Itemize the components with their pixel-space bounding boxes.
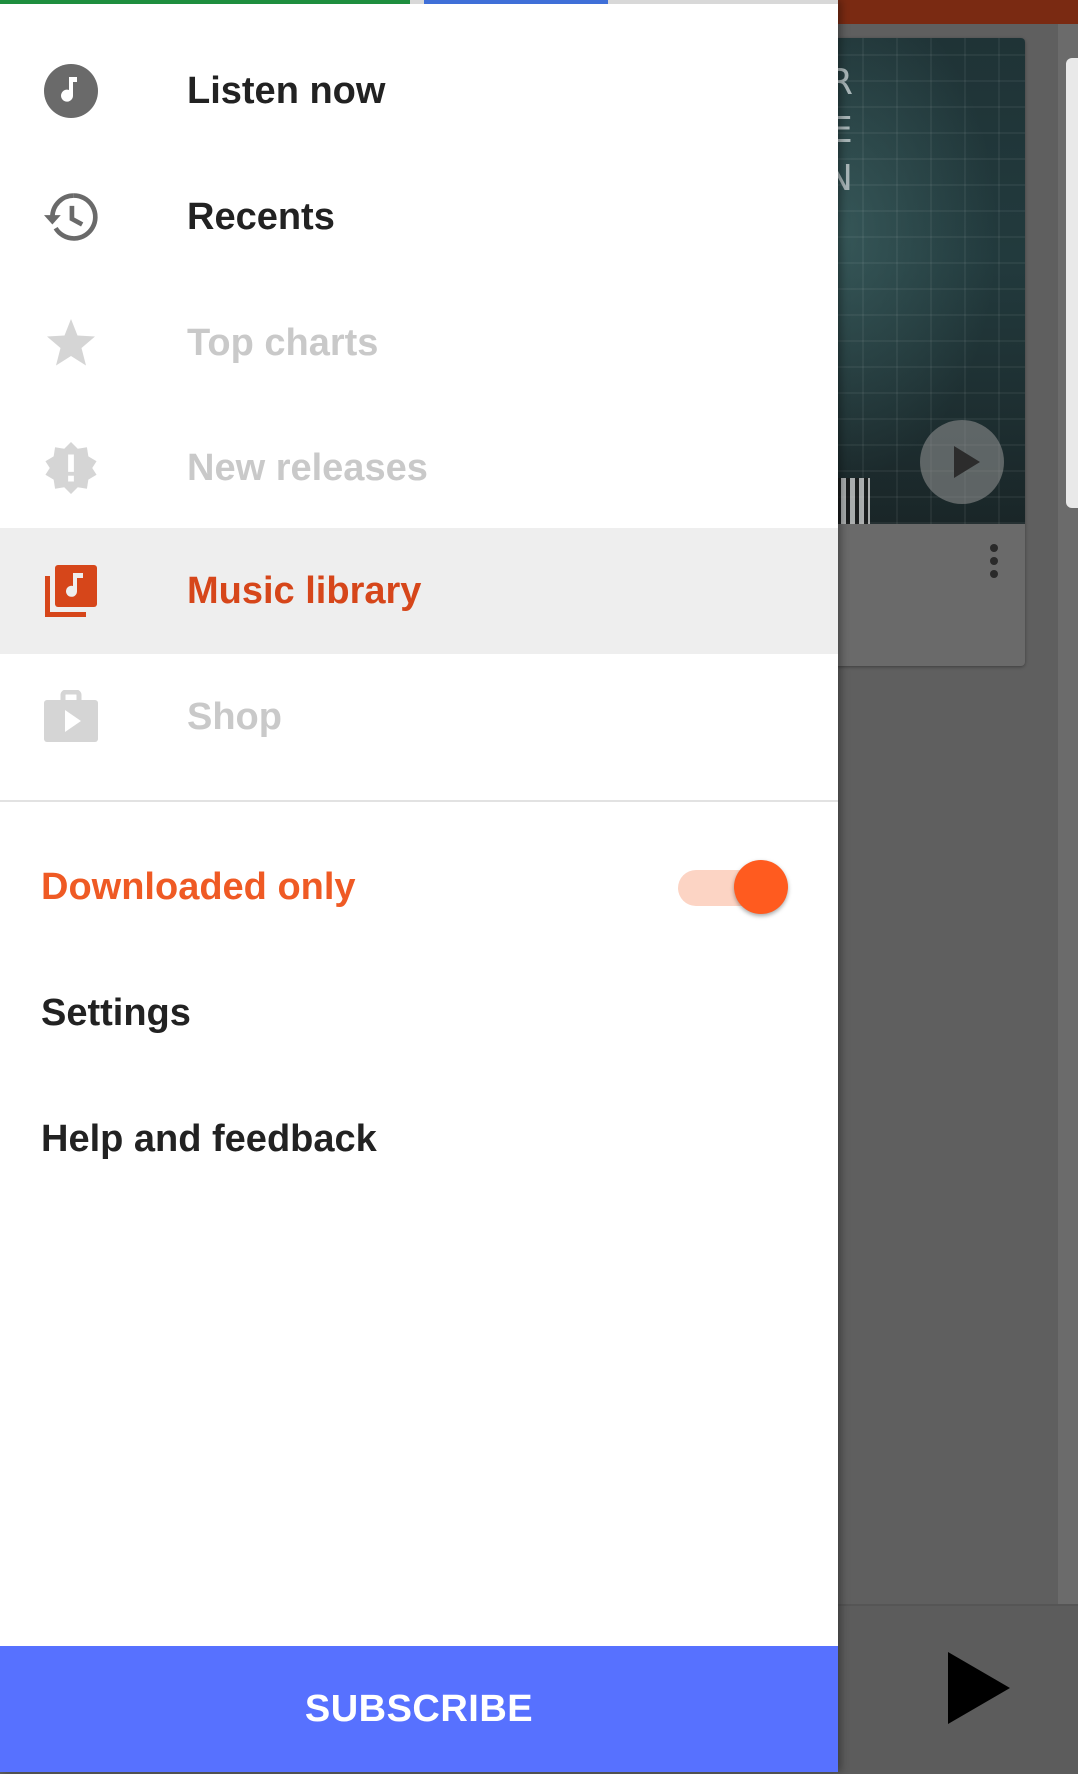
loading-progress-bar	[0, 0, 838, 4]
nav-item-listen-now[interactable]: Listen now	[0, 28, 838, 154]
nav-label: Top charts	[187, 321, 379, 364]
nav-item-music-library[interactable]: Music library	[0, 528, 838, 654]
downloaded-only-toggle[interactable]	[678, 860, 788, 914]
nav-label: Music library	[187, 569, 422, 612]
settings-item[interactable]: Settings	[0, 950, 838, 1076]
settings-label: Settings	[41, 992, 191, 1034]
subscribe-label: SUBSCRIBE	[304, 1687, 534, 1730]
subscribe-button[interactable]: SUBSCRIBE	[0, 1646, 838, 1772]
help-feedback-item[interactable]: Help and feedback	[0, 1076, 838, 1202]
nav-label: Recents	[187, 195, 335, 238]
star-icon	[44, 316, 98, 370]
background-scrollbar	[1066, 58, 1078, 508]
nav-label: Shop	[187, 695, 282, 738]
help-feedback-label: Help and feedback	[41, 1118, 377, 1160]
album-play-button	[920, 420, 1004, 504]
navigation-drawer: Listen now Recents Top charts New releas…	[0, 0, 838, 1772]
history-icon	[44, 190, 98, 244]
more-vert-icon	[986, 544, 1002, 588]
nav-label: Listen now	[187, 69, 386, 112]
music-note-circle-icon	[44, 64, 98, 118]
play-icon	[948, 1652, 1010, 1724]
play-icon	[954, 446, 980, 478]
new-releases-badge-icon	[44, 441, 98, 495]
shop-bag-icon	[44, 690, 98, 744]
nav-item-shop[interactable]: Shop	[0, 654, 838, 780]
downloaded-only-label: Downloaded only	[41, 866, 356, 908]
nav-item-recents[interactable]: Recents	[0, 154, 838, 280]
nav-label: New releases	[187, 446, 428, 489]
nav-item-top-charts[interactable]: Top charts	[0, 280, 838, 406]
nav-item-new-releases[interactable]: New releases	[0, 405, 838, 531]
music-library-icon	[44, 564, 98, 618]
drawer-divider	[0, 800, 838, 802]
